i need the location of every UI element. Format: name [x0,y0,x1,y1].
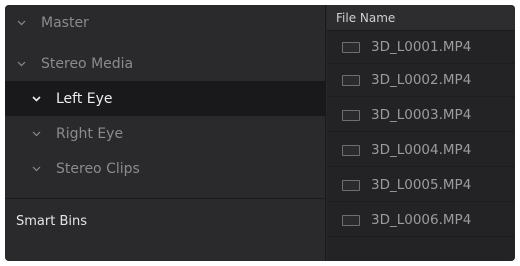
bin-master[interactable]: Master [5,5,326,40]
clip-icon [342,214,360,226]
chevron-down-icon[interactable] [32,94,41,103]
file-row[interactable]: 3D_L0005.MP4 [327,169,515,202]
chevron-down-icon[interactable] [17,18,26,27]
bin-stereo-media[interactable]: Stereo Media [5,46,326,81]
clip-icon [342,179,360,191]
clip-icon [342,109,360,121]
file-name: 3D_L0001.MP4 [371,39,472,55]
column-header-file-name[interactable]: File Name [327,5,515,31]
bin-label: Right Eye [56,125,124,142]
bin-label: Stereo Media [41,55,134,72]
bin-stereo-clips[interactable]: Stereo Clips [5,151,326,186]
file-name: 3D_L0002.MP4 [371,72,472,88]
file-name: 3D_L0006.MP4 [371,212,472,228]
clip-icon [342,144,360,156]
smart-bins-header[interactable]: Smart Bins [16,214,87,229]
file-row[interactable]: 3D_L0003.MP4 [327,99,515,132]
file-name: 3D_L0003.MP4 [371,107,472,123]
file-row[interactable]: 3D_L0002.MP4 [327,64,515,97]
chevron-down-icon[interactable] [17,59,26,68]
bin-label: Stereo Clips [56,160,140,177]
file-name: 3D_L0005.MP4 [371,177,472,193]
section-divider [5,198,326,199]
file-list: File Name 3D_L0001.MP4 3D_L0002.MP4 3D_L… [327,5,515,261]
file-name: 3D_L0004.MP4 [371,142,472,158]
chevron-down-icon[interactable] [32,164,41,173]
bin-label: Master [41,14,89,31]
chevron-down-icon[interactable] [32,129,41,138]
clip-icon [342,41,360,53]
file-row[interactable]: 3D_L0006.MP4 [327,204,515,237]
bin-label: Left Eye [56,90,113,107]
media-pool-panel: Master Stereo Media Left Eye Right Eye S [5,5,515,261]
bin-right-eye[interactable]: Right Eye [5,116,326,151]
bin-left-eye[interactable]: Left Eye [5,81,326,116]
bin-tree: Master Stereo Media Left Eye Right Eye S [5,5,326,261]
clip-icon [342,74,360,86]
file-row[interactable]: 3D_L0001.MP4 [327,31,515,64]
file-row[interactable]: 3D_L0004.MP4 [327,134,515,167]
